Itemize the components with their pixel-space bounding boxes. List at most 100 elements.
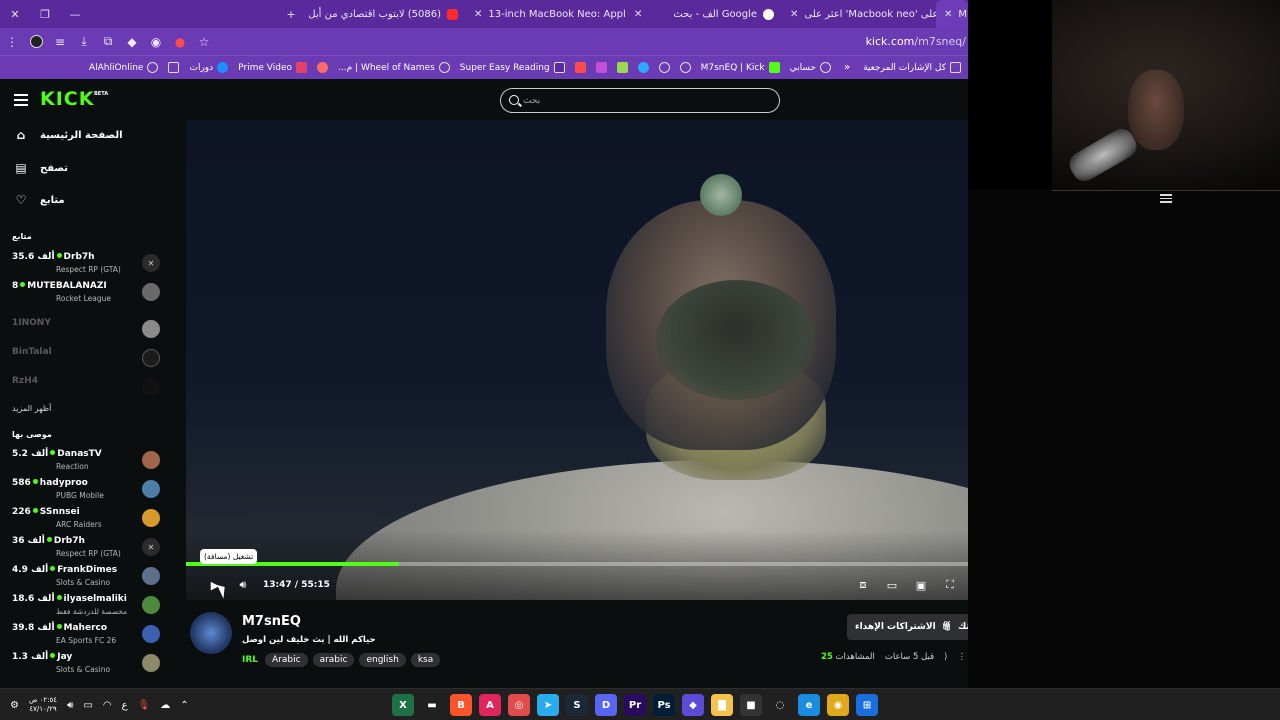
kick-logo[interactable]: KICK: [40, 88, 94, 110]
language-indicator[interactable]: ع: [122, 700, 128, 711]
restore-window-icon[interactable]: ❐: [30, 0, 60, 28]
tab-tiktok[interactable]: ✕ اعثر على 'Macbook neo' على ...k: [782, 0, 936, 28]
battery-icon[interactable]: ▭: [83, 700, 92, 711]
taskbar-app-brave[interactable]: B: [450, 694, 472, 716]
nav-browse[interactable]: ▤ تصفح: [14, 161, 68, 175]
nav-following[interactable]: ♡ متابع: [14, 193, 65, 207]
bookmark-account[interactable]: حسابي: [785, 62, 836, 73]
taskbar-app-discord[interactable]: D: [595, 694, 617, 716]
channel-name-heading[interactable]: M7snEQ: [242, 614, 301, 629]
share-icon[interactable]: ⟨: [944, 652, 947, 662]
more-options-icon[interactable]: ⋮: [958, 652, 967, 662]
taskbar-app-chrome[interactable]: ◉: [827, 694, 849, 716]
url-field[interactable]: kick.com/m7sneq/: [866, 28, 968, 55]
close-window-icon[interactable]: ✕: [0, 0, 30, 28]
taskbar-app-terminal[interactable]: ▬: [421, 694, 443, 716]
taskbar-app-red[interactable]: ◎: [508, 694, 530, 716]
volume-icon[interactable]: 🔊︎: [234, 576, 252, 594]
bookmark-super-easy-reading[interactable]: Super Easy Reading: [455, 62, 570, 73]
wifi-icon[interactable]: ◠: [103, 700, 112, 711]
sidebar-channel-maherco[interactable]: 39.8 ألف Maherco EA Sports FC 26: [12, 623, 160, 651]
gift-subscriptions-button[interactable]: الاشتراكات الإهداء 🎁︎: [847, 614, 962, 640]
bookmarks-overflow-icon[interactable]: «: [836, 62, 858, 73]
taskbar-start-button[interactable]: ⊞: [856, 694, 878, 716]
tab-kick[interactable]: ✕ M: [936, 0, 968, 28]
sidebar-channel-jay[interactable]: 1.3 ألف Jay Slots & Casino: [12, 652, 160, 680]
tab-google[interactable]: ✕ الف - بحث Google: [626, 0, 782, 28]
clip-icon[interactable]: ▭: [883, 576, 901, 594]
category-link[interactable]: IRL: [242, 655, 258, 665]
bookmark-icon-only[interactable]: [633, 62, 654, 73]
taskbar-app-circle[interactable]: ◌: [769, 694, 791, 716]
sidebar-channel-frankdimes[interactable]: 4.9 ألف FrankDimes Slots & Casino: [12, 565, 160, 593]
bookmark-icon-only[interactable]: [591, 62, 612, 73]
reading-list-icon[interactable]: ≡: [48, 28, 72, 55]
minimize-window-icon[interactable]: —: [60, 0, 90, 28]
tag-chip[interactable]: Arabic: [265, 653, 308, 667]
bookmark-alahli[interactable]: AlAhliOnline: [84, 62, 164, 73]
bookmark-prime-video[interactable]: Prime Video: [233, 62, 312, 73]
bookmark-courses[interactable]: دورات: [184, 62, 233, 73]
tag-chip[interactable]: ksa: [410, 653, 441, 667]
seek-bar[interactable]: [186, 562, 968, 566]
clock[interactable]: ٠٢:٥٤ ص ٤٧/١٠/٢٩: [29, 696, 57, 714]
taskbar-app-premiere[interactable]: Pr: [624, 694, 646, 716]
bookmark-all[interactable]: كل الإشارات المرجعية: [858, 62, 966, 73]
bookmark-icon-only[interactable]: [570, 62, 591, 73]
close-tab-icon[interactable]: ✕: [634, 9, 642, 20]
extensions-icon[interactable]: ⧉: [96, 28, 120, 55]
search-input[interactable]: [523, 92, 763, 110]
taskbar-app-arc[interactable]: A: [479, 694, 501, 716]
sidebar-channel-ssnnsei[interactable]: 226 SSnnsei ARC Raiders: [12, 507, 160, 535]
close-tab-icon[interactable]: ✕: [944, 9, 952, 20]
new-tab-button[interactable]: +: [276, 0, 306, 28]
mini-player-icon[interactable]: ⧈: [854, 576, 872, 594]
video-player[interactable]: تشغيل (مسافة) ▶ 🔊︎ 13:47 / 55:15 ⧈ ▭ ▣ ⛶…: [186, 120, 968, 600]
show-more-link[interactable]: أظهر المزيد: [12, 404, 51, 413]
sidebar-channel-ilyaselmaliki[interactable]: 18.6 ألف ilyaselmaliki مخصصة للدردشة فقط: [12, 594, 160, 622]
close-tab-icon[interactable]: ✕: [790, 9, 798, 20]
sidebar-channel-rzh4[interactable]: RzH4: [12, 376, 160, 404]
sidebar-channel-mutebalanazi[interactable]: 8 MUTEBALANAZI Rocket League: [12, 281, 160, 309]
search-box[interactable]: [500, 88, 780, 113]
tab-youtube[interactable]: (5086) لابتوب اقتصادي من أبل ... ✕: [306, 0, 466, 28]
taskbar-app-file-explorer[interactable]: ▇: [711, 694, 733, 716]
taskbar-app-steam[interactable]: S: [566, 694, 588, 716]
channel-avatar[interactable]: [190, 612, 232, 654]
profile-avatar-icon[interactable]: [24, 28, 48, 55]
microphone-icon[interactable]: 🎙︎: [138, 700, 151, 711]
sidebar-channel-drb7h-recommended[interactable]: 36 ألف Drb7h Respect RP (GTA) ✕: [12, 536, 160, 564]
sidebar-channel-bintalal[interactable]: BinTalal: [12, 347, 160, 375]
filter-icon[interactable]: [1160, 194, 1172, 204]
tag-chip[interactable]: arabic: [312, 653, 355, 667]
nav-home[interactable]: ⌂ الصفحة الرئيسية: [14, 128, 123, 142]
bookmark-icon-only[interactable]: [675, 62, 696, 73]
speaker-icon[interactable]: 🔊︎: [67, 700, 73, 711]
bookmark-wheel-of-names[interactable]: Wheel of Names | م...: [333, 62, 455, 73]
sidebar-channel-1inony[interactable]: 1INONY: [12, 318, 160, 346]
taskbar-app-telegram[interactable]: ➤: [537, 694, 559, 716]
customize-channel-button[interactable]: تخصيص قناتك↗: [950, 614, 968, 640]
bookmark-folder[interactable]: [163, 62, 184, 73]
taskbar-app-store[interactable]: ■: [740, 694, 762, 716]
tray-overflow-icon[interactable]: ⌃: [180, 700, 188, 711]
close-tab-icon[interactable]: ✕: [474, 9, 482, 20]
bookmark-star-icon[interactable]: ☆: [192, 28, 216, 55]
menu-dots-icon[interactable]: ⋮: [0, 28, 24, 55]
download-icon[interactable]: ⤓: [72, 28, 96, 55]
cloud-icon[interactable]: ☁: [160, 700, 170, 711]
settings-icon[interactable]: ⚙: [10, 700, 19, 711]
taskbar-app-edge[interactable]: e: [798, 694, 820, 716]
theater-mode-icon[interactable]: ▣: [912, 576, 930, 594]
bookmark-icon-only[interactable]: [312, 62, 333, 73]
bookmark-icon-only[interactable]: [654, 62, 675, 73]
taskbar-app-excel[interactable]: X: [392, 694, 414, 716]
extension-icon[interactable]: ◉: [144, 28, 168, 55]
tab-macbook-neo[interactable]: ✕ 13-inch MacBook Neo: Apple A...: [466, 0, 626, 28]
hamburger-menu-icon[interactable]: [14, 94, 28, 106]
bookmark-icon-only[interactable]: [612, 62, 633, 73]
taskbar-app-purple[interactable]: ◆: [682, 694, 704, 716]
tag-chip[interactable]: english: [359, 653, 406, 667]
extension-icon[interactable]: ◆: [120, 28, 144, 55]
sidebar-channel-danastv[interactable]: 5.2 ألف DanasTV Reaction: [12, 449, 160, 477]
